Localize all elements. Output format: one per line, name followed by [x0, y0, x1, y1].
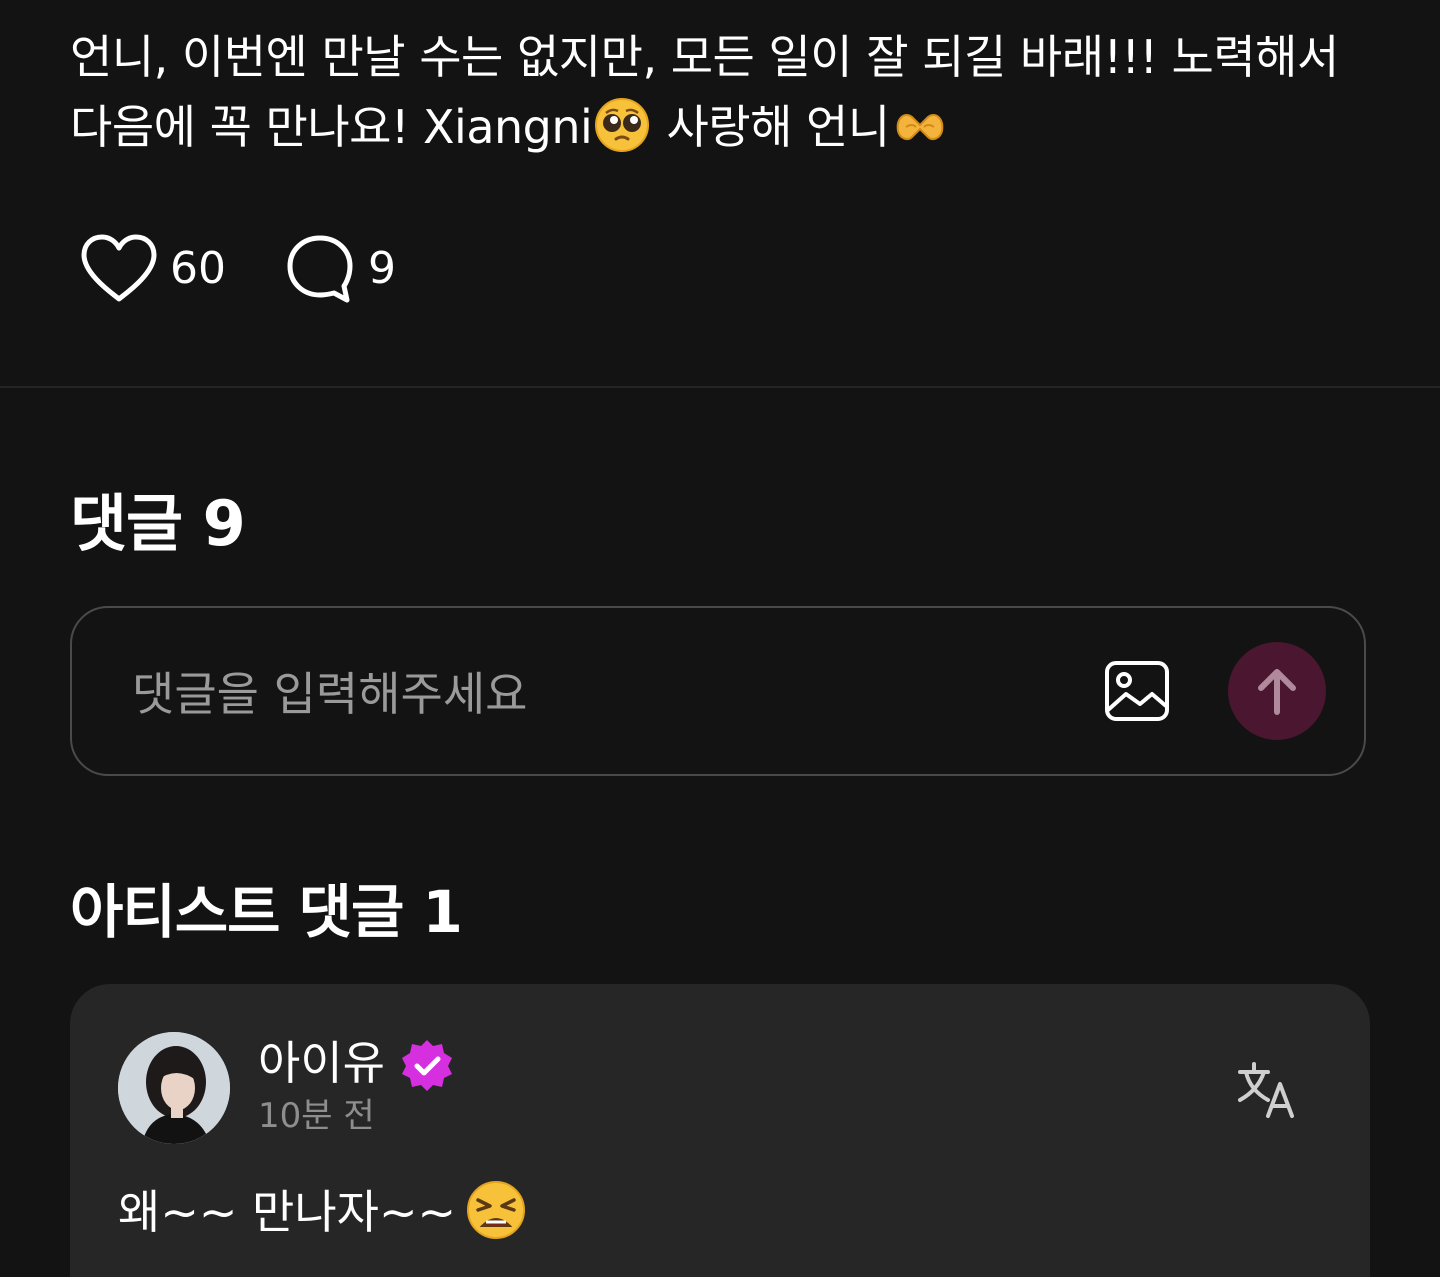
comment-time: 10분 전	[258, 1096, 375, 1136]
like-count: 60	[170, 242, 226, 294]
post-reactions: 60 9	[80, 230, 396, 306]
comment-composer	[70, 606, 1366, 776]
comment-text: 왜~~ 만나자~~	[118, 1180, 526, 1244]
comment-count: 9	[368, 242, 396, 294]
pleading-face-emoji	[595, 98, 650, 152]
post-detail-page: 언니, 이번엔 만날 수는 없지만, 모든 일이 잘 되길 바래!!! 노력해서…	[0, 0, 1440, 1277]
comment-button[interactable]: 9	[284, 232, 396, 304]
translate-icon[interactable]	[1236, 1060, 1298, 1118]
send-button[interactable]	[1228, 642, 1326, 740]
speech-bubble-icon	[287, 235, 353, 303]
post-body: 언니, 이번엔 만날 수는 없지만, 모든 일이 잘 되길 바래!!! 노력해서…	[70, 22, 1370, 162]
verified-badge-icon	[402, 1040, 452, 1091]
arrow-up-icon	[1258, 669, 1296, 715]
heart-hands-emoji	[896, 113, 943, 140]
like-button[interactable]: 60	[80, 233, 226, 303]
post-text-end: 사랑해 언니	[652, 100, 890, 154]
artist-comments-heading: 아티스트 댓글 1	[70, 878, 463, 946]
comment-input[interactable]	[130, 658, 1054, 730]
artist-comment-card: 아이유 10분 전 왜~~ 만나자~~	[70, 984, 1370, 1277]
tired-face-emoji	[467, 1181, 526, 1239]
section-divider	[0, 386, 1440, 388]
image-attach-icon[interactable]	[1104, 660, 1170, 722]
comment-author[interactable]: 아이유	[258, 1034, 385, 1092]
avatar[interactable]	[118, 1032, 230, 1144]
heart-icon	[81, 234, 157, 302]
comment-text-content: 왜~~ 만나자~~	[118, 1185, 457, 1239]
avatar-image	[118, 1032, 230, 1144]
comments-heading: 댓글 9	[70, 487, 246, 560]
